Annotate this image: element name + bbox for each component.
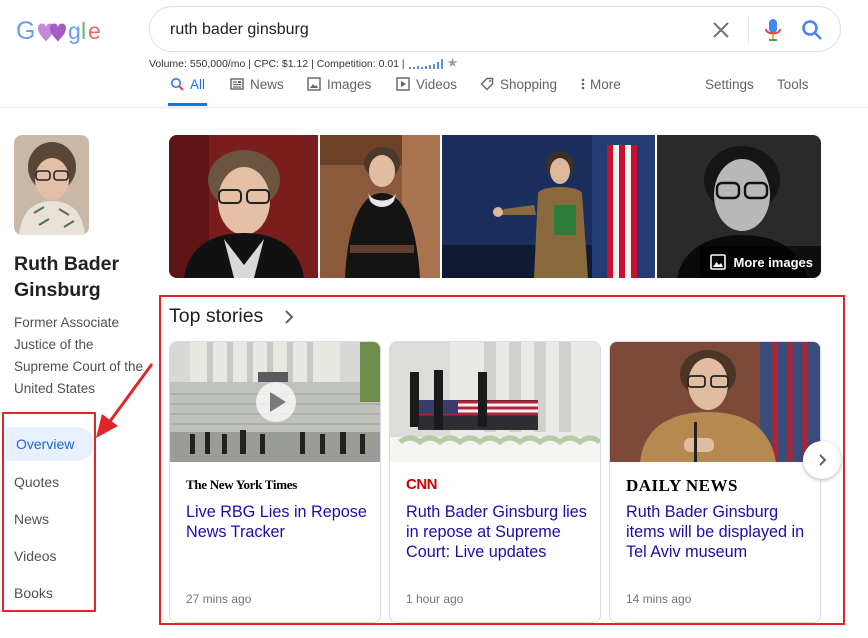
trend-bars-icon xyxy=(408,59,443,69)
chevron-right-icon xyxy=(819,454,827,466)
clear-search-button[interactable] xyxy=(710,19,732,41)
news-card-image xyxy=(390,342,600,462)
volume-text: Volume: 550,000/mo | CPC: $1.12 | Compet… xyxy=(149,58,405,70)
more-images-label: More images xyxy=(733,255,813,270)
svg-text:g: g xyxy=(68,18,81,44)
news-card[interactable]: CNN Ruth Bader Ginsburg lies in repose a… xyxy=(389,341,601,623)
keyword-volume-info: Volume: 550,000/mo | CPC: $1.12 | Compet… xyxy=(149,55,458,71)
tab-label: Tools xyxy=(777,77,809,92)
annotation-arrow xyxy=(96,363,154,438)
tab-all[interactable]: All xyxy=(167,72,208,106)
search-button[interactable] xyxy=(800,18,824,42)
tab-label: Shopping xyxy=(500,77,558,92)
svg-text:G: G xyxy=(16,17,35,45)
kp-nav-overview[interactable]: Overview xyxy=(6,427,94,461)
news-card[interactable]: The New York Times Live RBG Lies in Repo… xyxy=(169,341,381,623)
video-icon xyxy=(396,77,410,91)
chevron-right-icon[interactable] xyxy=(282,308,296,326)
tab-shopping[interactable]: Shopping xyxy=(480,72,557,106)
more-vert-icon xyxy=(581,78,585,90)
news-source-name: CNN xyxy=(406,476,438,493)
news-card-image xyxy=(170,342,380,462)
kp-nav-books[interactable]: Books xyxy=(14,585,53,601)
kp-nav-videos[interactable]: Videos xyxy=(14,548,57,564)
top-stories-heading[interactable]: Top stories xyxy=(169,305,263,328)
voice-search-button[interactable] xyxy=(762,17,784,43)
tab-label: News xyxy=(250,77,284,92)
news-timestamp: 1 hour ago xyxy=(406,592,464,606)
kp-nav-quotes[interactable]: Quotes xyxy=(14,474,59,490)
carousel-next-button[interactable] xyxy=(803,441,841,479)
tab-label: Images xyxy=(327,77,372,92)
kp-image-4[interactable]: More images xyxy=(657,135,821,278)
tab-label: All xyxy=(190,77,206,92)
header-divider xyxy=(0,107,868,108)
tag-icon xyxy=(480,77,494,91)
news-icon xyxy=(230,78,244,90)
svg-text:l: l xyxy=(81,18,86,44)
search-box-divider xyxy=(748,17,749,43)
google-doodle-logo[interactable]: G g l e xyxy=(16,14,106,48)
kp-nav: Overview Quotes News Videos Books xyxy=(2,412,96,612)
tab-videos[interactable]: Videos xyxy=(396,72,457,106)
kp-image-1[interactable] xyxy=(169,135,318,278)
svg-text:e: e xyxy=(88,18,101,44)
search-icon xyxy=(170,77,184,91)
kp-image-3[interactable] xyxy=(442,135,655,278)
news-source-logo: CNN xyxy=(406,476,438,496)
tab-tools[interactable]: Tools xyxy=(777,72,809,106)
news-source-name: DAILY NEWS xyxy=(626,476,738,495)
tab-label: Settings xyxy=(705,77,754,92)
tab-news[interactable]: News xyxy=(230,72,284,106)
news-card[interactable]: DAILY NEWS Ruth Bader Ginsburg items wil… xyxy=(609,341,821,623)
news-timestamp: 14 mins ago xyxy=(626,592,692,606)
close-icon xyxy=(713,22,729,38)
search-results-page: G g l e Volum xyxy=(0,0,868,638)
kp-nav-news[interactable]: News xyxy=(14,511,49,527)
kp-image-2[interactable] xyxy=(320,135,440,278)
news-card-image xyxy=(610,342,820,462)
news-timestamp: 27 mins ago xyxy=(186,592,252,606)
news-headline[interactable]: Ruth Bader Ginsburg items will be displa… xyxy=(626,502,810,562)
star-icon[interactable]: ★ xyxy=(447,55,459,70)
search-box xyxy=(149,6,841,52)
news-source-name: The New York Times xyxy=(186,477,298,492)
news-headline[interactable]: Ruth Bader Ginsburg lies in repose at Su… xyxy=(406,502,590,562)
tab-more[interactable]: More xyxy=(580,72,621,106)
image-icon xyxy=(307,77,321,91)
tab-images[interactable]: Images xyxy=(307,72,371,106)
microphone-icon xyxy=(765,19,781,41)
news-source-logo: The New York Times xyxy=(186,476,297,496)
search-icon xyxy=(802,20,822,40)
kp-title: Ruth Bader Ginsburg xyxy=(14,253,120,301)
news-source-logo: DAILY NEWS xyxy=(626,476,738,496)
kp-portrait-image[interactable] xyxy=(14,135,89,235)
news-headline[interactable]: Live RBG Lies in Repose News Tracker xyxy=(186,502,370,542)
search-input[interactable] xyxy=(170,18,690,42)
image-icon xyxy=(709,254,726,270)
tab-label: Videos xyxy=(416,77,458,92)
more-images-button[interactable]: More images xyxy=(699,246,821,278)
tab-settings[interactable]: Settings xyxy=(705,72,754,106)
tab-label: More xyxy=(590,77,621,92)
